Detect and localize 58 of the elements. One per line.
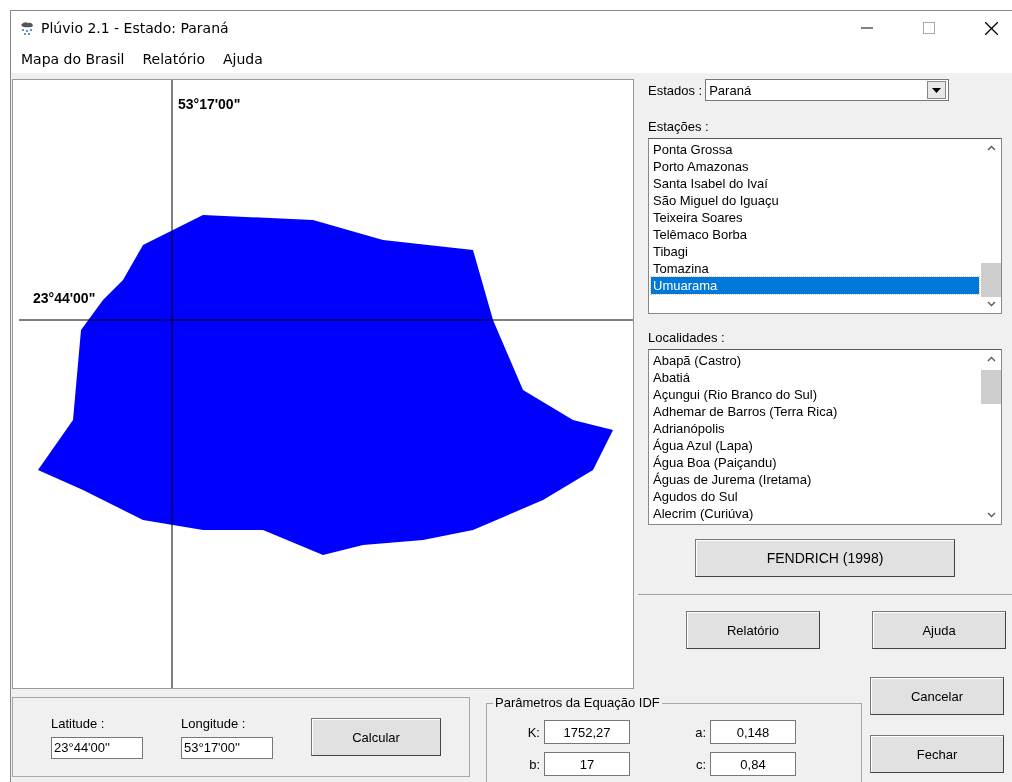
parameter-label: a: — [694, 724, 706, 740]
list-item[interactable]: Tomazina — [651, 260, 979, 277]
parameter-label: c: — [694, 756, 706, 772]
longitude-label: 53°17'00" — [178, 96, 241, 112]
list-item[interactable]: Adrianópolis — [651, 420, 979, 437]
parameter-label: b: — [528, 756, 540, 772]
list-item[interactable]: Adhemar de Barros (Terra Rica) — [651, 403, 979, 420]
scrollbar-thumb[interactable] — [981, 370, 1001, 404]
list-item[interactable]: Agudos do Sul — [651, 488, 979, 505]
scrollbar-thumb[interactable] — [981, 263, 1001, 297]
chevron-down-icon[interactable] — [986, 512, 996, 518]
action-button[interactable]: Cancelar — [870, 677, 1004, 715]
caret-icon — [932, 87, 942, 93]
states-dropdown[interactable]: Paraná — [705, 79, 950, 101]
stations-label: Estações : — [648, 119, 709, 134]
app-icon — [19, 20, 35, 36]
localities-label: Localidades : — [648, 330, 725, 345]
action-button[interactable]: Relatório — [686, 611, 820, 649]
list-item[interactable]: Porto Amazonas — [651, 158, 979, 175]
parameter-label: K: — [526, 724, 540, 740]
chevron-down-icon[interactable] — [986, 301, 996, 307]
parameter-field[interactable]: 0,84 — [710, 752, 796, 776]
list-item[interactable]: Umuarama — [651, 277, 979, 294]
list-item[interactable]: Santa Isabel do Ivaí — [651, 175, 979, 192]
group-title: Parâmetros da Equação IDF — [493, 695, 662, 710]
parameter-field[interactable]: 0,148 — [710, 720, 796, 744]
latitude-field-label: Latitude : — [51, 715, 106, 731]
list-item[interactable]: Ponta Grossa — [651, 141, 979, 158]
list-item[interactable]: São Miguel do Iguaçu — [651, 192, 979, 209]
list-item[interactable]: Água Boa (Paiçandu) — [651, 454, 979, 471]
states-label: Estados : — [648, 82, 703, 98]
longitude-field[interactable]: 53°17'00'' — [181, 736, 273, 759]
list-item[interactable]: Alecrim (Curiúva) — [651, 505, 979, 522]
menu-item[interactable]: Mapa do Brasil — [21, 51, 125, 67]
list-item[interactable]: Abatiá — [651, 369, 979, 386]
method-button[interactable]: FENDRICH (1998) — [695, 539, 955, 577]
menu-item[interactable]: Ajuda — [222, 51, 263, 67]
list-item[interactable]: Teixeira Soares — [651, 209, 979, 226]
list-item[interactable]: Água Azul (Lapa) — [651, 437, 979, 454]
chevron-up-icon[interactable] — [986, 356, 996, 362]
parameter-field[interactable]: 17 — [544, 752, 630, 776]
close-icon[interactable] — [985, 21, 998, 35]
list-item[interactable]: Abapã (Castro) — [651, 352, 979, 369]
list-item[interactable]: Açungui (Rio Branco do Sul) — [651, 386, 979, 403]
calculate-button[interactable]: Calcular — [311, 718, 441, 756]
list-item[interactable]: Telêmaco Borba — [651, 226, 979, 243]
action-button[interactable]: Fechar — [870, 735, 1004, 773]
chevron-up-icon[interactable] — [986, 145, 996, 151]
list-item[interactable]: Águas de Jurema (Iretama) — [651, 471, 979, 488]
menu-item[interactable]: Relatório — [142, 51, 205, 67]
parameter-field[interactable]: 1752,27 — [544, 720, 630, 744]
latitude-label: 23°44'00" — [33, 290, 96, 306]
longitude-field-label: Longitude : — [181, 715, 247, 731]
list-item[interactable]: Tibagi — [651, 243, 979, 260]
window-title: Plúvio 2.1 - Estado: Paraná — [41, 20, 229, 36]
latitude-field[interactable]: 23°44'00'' — [51, 736, 143, 759]
maximize-icon[interactable] — [923, 22, 935, 34]
action-button[interactable]: Ajuda — [872, 611, 1006, 649]
